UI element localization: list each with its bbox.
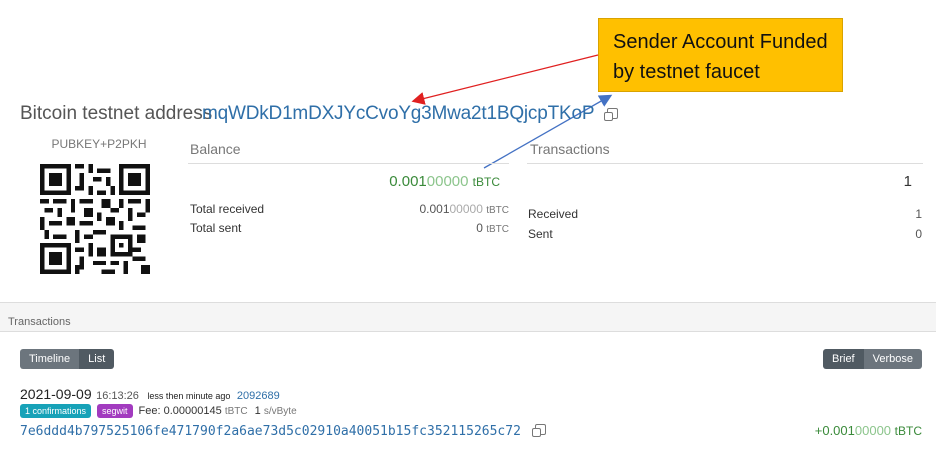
tx-time: 16:13:26 bbox=[96, 390, 139, 402]
balance-title: Balance bbox=[190, 141, 241, 157]
tx-age: less then minute ago bbox=[147, 391, 231, 401]
tx-amount-main: +0.001 bbox=[814, 423, 855, 438]
brief-button[interactable]: Brief bbox=[823, 349, 864, 369]
view-toggle: Timeline List bbox=[20, 349, 115, 369]
address-label: Bitcoin testnet address bbox=[20, 103, 213, 124]
detail-toggle: Brief Verbose bbox=[823, 349, 922, 369]
total-sent-value: 0 tBTC bbox=[476, 221, 509, 235]
transactions-section-header bbox=[0, 302, 936, 332]
timeline-button[interactable]: Timeline bbox=[20, 349, 80, 369]
tx-amount: +0.00100000 tBTC bbox=[815, 423, 922, 438]
sent-count: 0 bbox=[915, 227, 922, 241]
tx-id-link[interactable]: 7e6ddd4b797525106fe471790f2a6ae73d5c0291… bbox=[20, 424, 521, 439]
sent-label: Sent bbox=[528, 227, 553, 241]
total-received-faint: 00000 bbox=[449, 202, 483, 216]
list-button[interactable]: List bbox=[79, 349, 115, 369]
copy-icon[interactable] bbox=[532, 424, 547, 437]
balance-amount: 0.00100000 tBTC bbox=[389, 173, 500, 190]
tx-header-line: 2021-09-09 16:13:26 less then minute ago… bbox=[20, 386, 280, 404]
total-received-unit: tBTC bbox=[486, 205, 509, 216]
address-link[interactable]: mqWDkD1mDXJYcCvoYg3Mwa2t1BQjcpTKoP bbox=[202, 103, 594, 124]
transactions-divider bbox=[527, 163, 923, 164]
balance-unit: tBTC bbox=[472, 175, 500, 189]
confirmations-badge: 1 confirmations bbox=[20, 404, 92, 418]
total-sent-number: 0 bbox=[476, 221, 483, 235]
balance-divider bbox=[188, 163, 509, 164]
address-row: mqWDkD1mDXJYcCvoYg3Mwa2t1BQjcpTKoP bbox=[202, 103, 619, 125]
tx-fee: Fee: 0.00000145 tBTC 1 s/vByte bbox=[139, 405, 297, 417]
tx-block-link[interactable]: 2092689 bbox=[237, 390, 280, 402]
qr-code-icon bbox=[40, 164, 150, 274]
verbose-button[interactable]: Verbose bbox=[863, 349, 922, 369]
transactions-count: 1 bbox=[903, 173, 912, 190]
fee-rate-unit: s/vByte bbox=[263, 406, 297, 417]
balance-amount-faint: 00000 bbox=[426, 173, 469, 190]
transactions-section-label: Transactions bbox=[8, 316, 71, 328]
total-sent-unit: tBTC bbox=[486, 224, 509, 235]
transactions-title: Transactions bbox=[530, 141, 610, 157]
balance-amount-main: 0.001 bbox=[389, 173, 427, 190]
fee-unit: tBTC bbox=[224, 406, 248, 417]
fee-rate-value: 1 bbox=[254, 405, 261, 417]
total-received-label: Total received bbox=[190, 202, 265, 216]
red-arrow bbox=[411, 54, 599, 105]
tx-id-line: 7e6ddd4b797525106fe471790f2a6ae73d5c0291… bbox=[20, 422, 547, 440]
total-sent-label: Total sent bbox=[190, 221, 242, 235]
tx-meta-line: 1 confirmations segwit Fee: 0.00000145 t… bbox=[20, 404, 297, 418]
total-received-main: 0.001 bbox=[419, 202, 450, 216]
fee-value: 0.00000145 bbox=[163, 405, 222, 417]
total-received-value: 0.00100000 tBTC bbox=[419, 202, 509, 216]
segwit-badge: segwit bbox=[97, 404, 133, 418]
copy-icon[interactable] bbox=[604, 108, 619, 121]
address-type-label: PUBKEY+P2PKH bbox=[51, 137, 147, 151]
received-count: 1 bbox=[915, 207, 922, 221]
received-label: Received bbox=[528, 207, 579, 221]
fee-label: Fee: bbox=[138, 405, 161, 417]
tx-amount-faint: 00000 bbox=[854, 423, 892, 438]
tx-date: 2021-09-09 bbox=[20, 386, 92, 402]
tx-amount-unit: tBTC bbox=[894, 424, 922, 438]
